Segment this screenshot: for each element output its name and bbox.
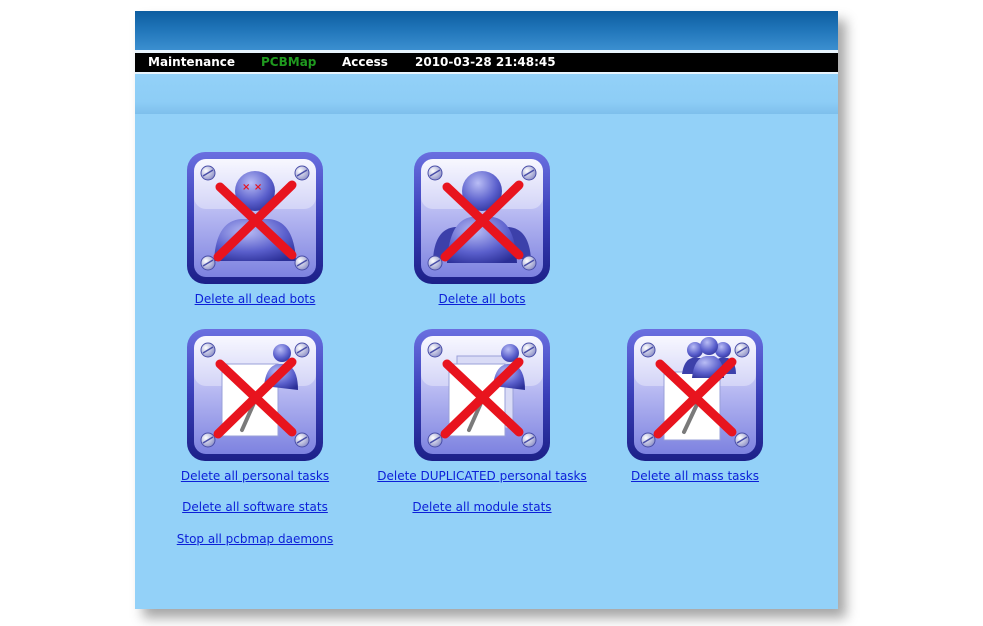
stop-daemons-link[interactable]: Stop all pcbmap daemons (145, 532, 365, 546)
delete-personal-tasks-tile[interactable] (186, 328, 324, 462)
delete-mass-tasks-link[interactable]: Delete all mass tasks (610, 469, 780, 483)
server-datetime: 2010-03-28 21:48:45 (415, 55, 556, 69)
main-panel: Maintenance PCBMap Access 2010-03-28 21:… (135, 11, 838, 609)
delete-module-stats-link[interactable]: Delete all module stats (357, 500, 607, 514)
svg-text:× ×: × × (242, 182, 262, 193)
delete-mass-tasks-tile[interactable] (626, 328, 764, 462)
delete-personal-tasks-icon (187, 329, 323, 461)
delete-all-bots-tile[interactable] (413, 151, 551, 285)
header-banner (135, 11, 838, 50)
delete-duplicated-tasks-icon (414, 329, 550, 461)
delete-dead-bots-link[interactable]: Delete all dead bots (185, 292, 325, 306)
menu-item-maintenance[interactable]: Maintenance (148, 53, 235, 72)
delete-dead-bots-icon: × × (187, 152, 323, 284)
delete-all-bots-icon (414, 152, 550, 284)
delete-software-stats-link[interactable]: Delete all software stats (155, 500, 355, 514)
delete-duplicated-tasks-tile[interactable] (413, 328, 551, 462)
delete-dead-bots-tile[interactable]: × × (186, 151, 324, 285)
menu-bar: Maintenance PCBMap Access 2010-03-28 21:… (135, 53, 838, 72)
sub-header-band (135, 74, 838, 114)
menu-item-pcbmap[interactable]: PCBMap (261, 53, 316, 72)
delete-duplicated-tasks-link[interactable]: Delete DUPLICATED personal tasks (357, 469, 607, 483)
delete-mass-tasks-icon (627, 329, 763, 461)
menu-item-access[interactable]: Access (342, 53, 388, 72)
delete-personal-tasks-link[interactable]: Delete all personal tasks (155, 469, 355, 483)
delete-all-bots-link[interactable]: Delete all bots (412, 292, 552, 306)
